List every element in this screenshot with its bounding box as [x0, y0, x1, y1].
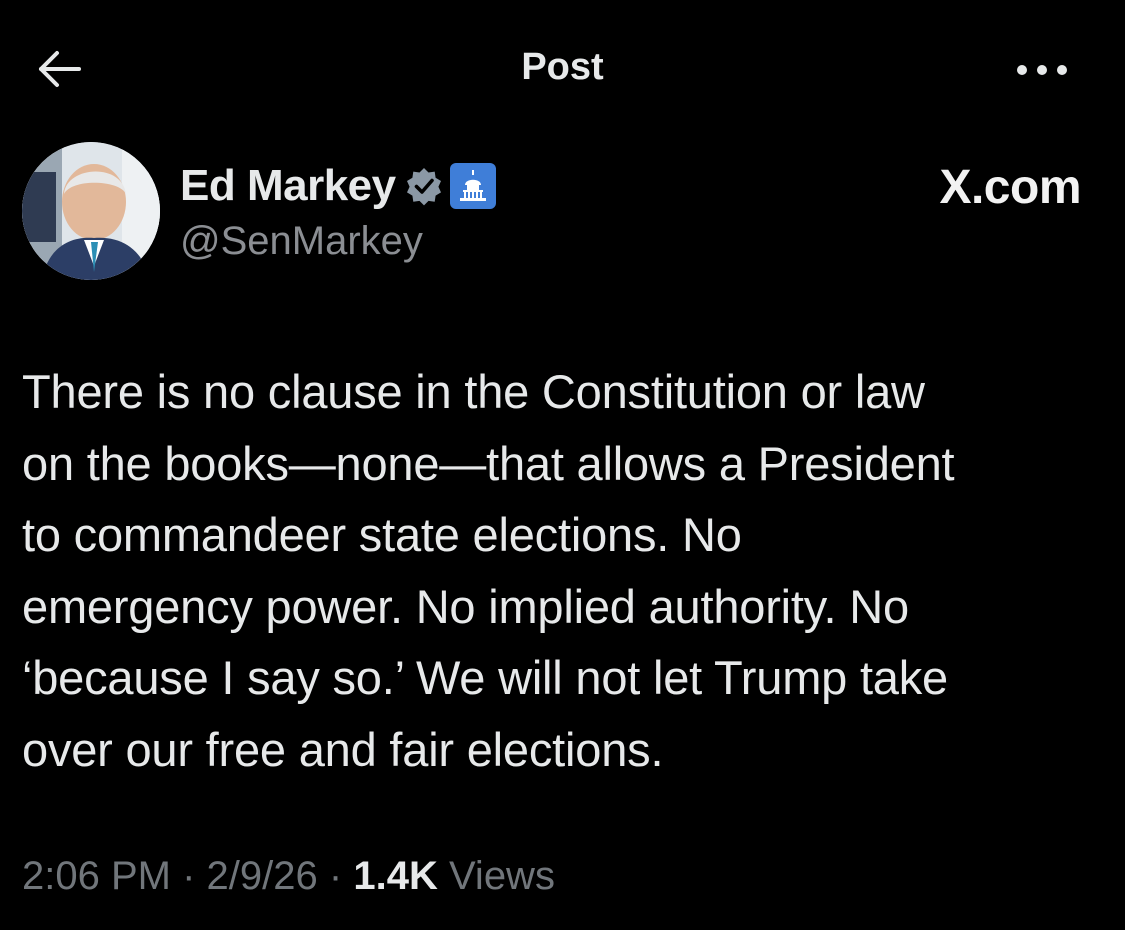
post-metadata: 2:06 PM · 2/9/26 · 1.4K Views — [22, 848, 555, 904]
x-com-watermark: X.com — [939, 161, 1081, 214]
post-time[interactable]: 2:06 PM — [22, 854, 171, 898]
author-name-line: Ed Markey — [180, 158, 496, 214]
post-text: There is no clause in the Constitution o… — [22, 365, 955, 776]
author-handle[interactable]: @SenMarkey — [180, 216, 423, 266]
meta-separator: · — [182, 854, 196, 898]
top-navigation-bar: Post — [0, 0, 1125, 130]
more-horizontal-icon — [1017, 65, 1067, 75]
page-title: Post — [521, 46, 604, 88]
more-options-button[interactable] — [1010, 50, 1074, 90]
author-display-name[interactable]: Ed Markey — [180, 158, 396, 214]
views-label[interactable]: Views — [449, 854, 555, 898]
capitol-dome-icon[interactable] — [449, 163, 496, 209]
verified-badge-icon[interactable] — [404, 166, 444, 206]
profile-photo — [22, 142, 160, 280]
meta-separator: · — [328, 854, 343, 898]
avatar[interactable] — [22, 142, 160, 280]
post-author-row: Ed Markey @SenMarkey X.com — [0, 140, 1125, 290]
post-date[interactable]: 2/9/26 — [207, 854, 318, 898]
views-count[interactable]: 1.4K — [353, 854, 438, 898]
